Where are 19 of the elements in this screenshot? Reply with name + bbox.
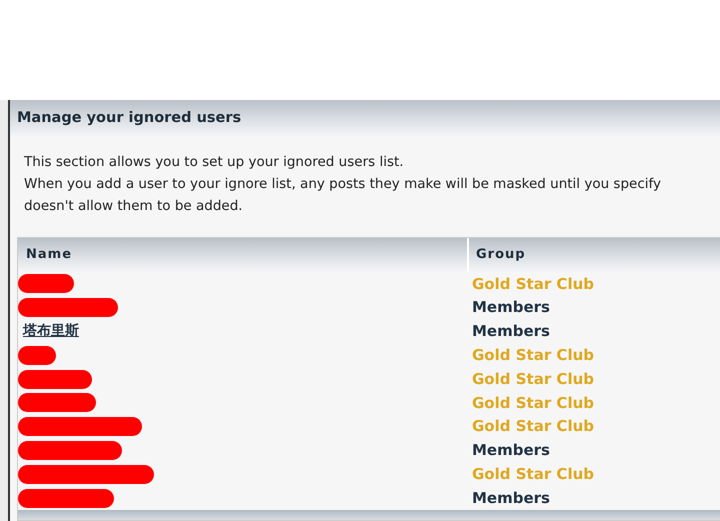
group-label: Gold Star Club (471, 345, 594, 366)
panel-title: Manage your ignored users (17, 108, 242, 128)
description-text: doesn't allow them to be added. (24, 197, 244, 216)
group-label: Members (471, 297, 550, 318)
group-label: Gold Star Club (471, 368, 594, 390)
column-header: Group (476, 246, 526, 264)
description-text: When you add a user to your ignore list, any posts they make will be masked until you specify (24, 175, 662, 194)
redaction-mark (18, 274, 74, 294)
group-label: Members (471, 440, 550, 462)
user-link[interactable]: 塔布里斯 (23, 320, 79, 342)
group-label: Gold Star Club (471, 392, 594, 414)
group-label: Gold Star Club (471, 464, 594, 486)
group-label: Gold Star Club (471, 274, 594, 295)
redaction-mark (18, 346, 56, 365)
column-header: Name (26, 246, 72, 264)
description-text: This section allows you to set up your ignored users list. (24, 153, 405, 172)
group-label: Gold Star Club (471, 416, 594, 438)
group-label: Members (471, 321, 550, 342)
group-label: Members (471, 488, 550, 509)
